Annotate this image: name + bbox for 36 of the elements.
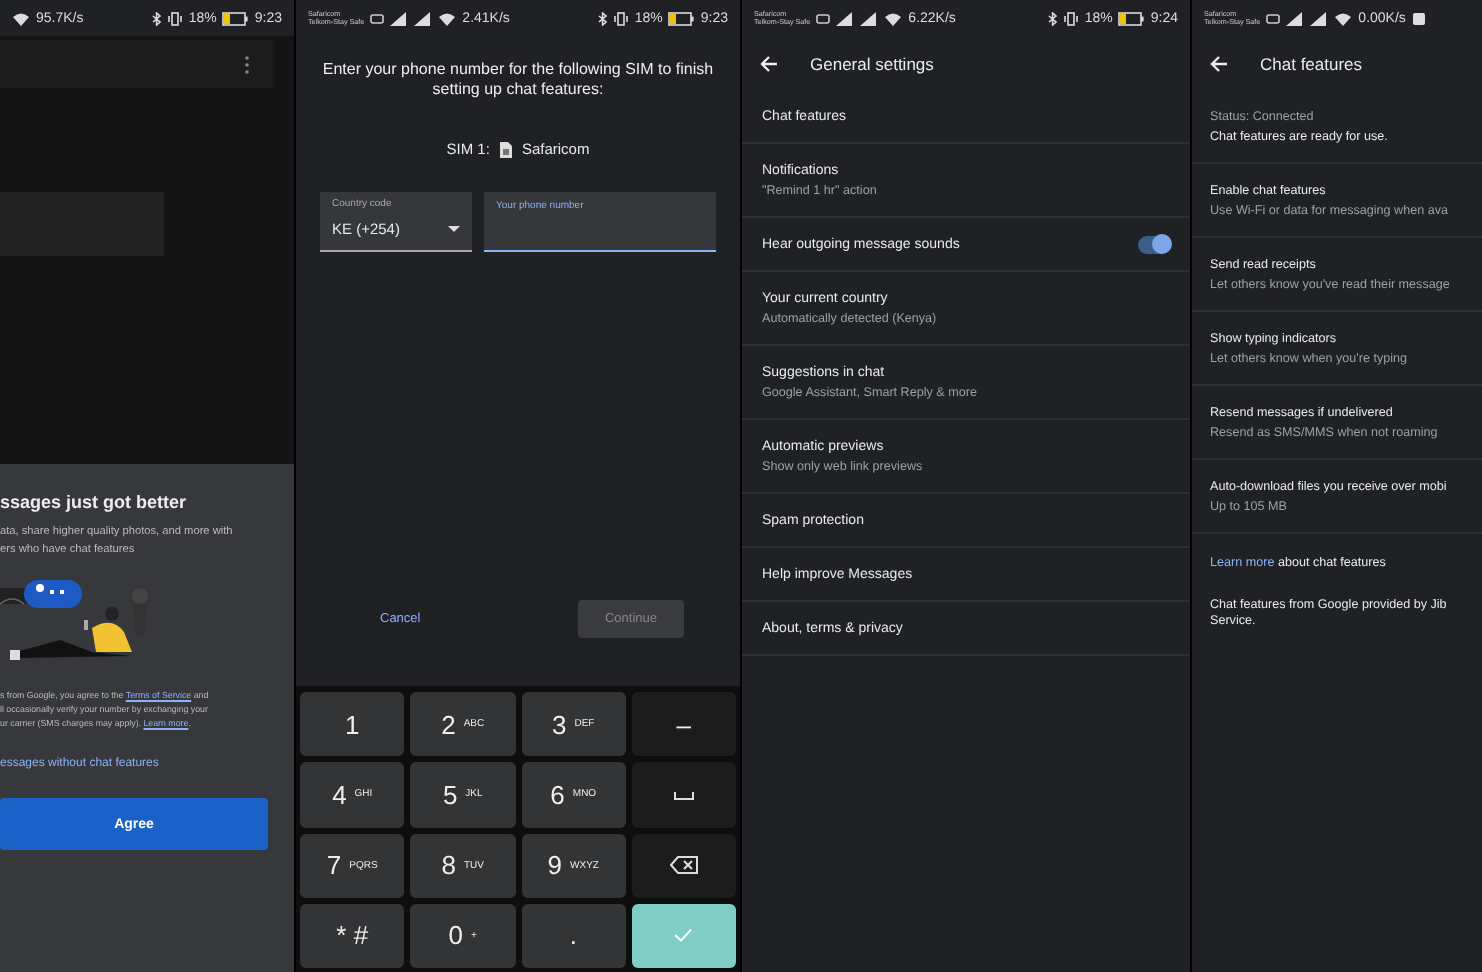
battery-icon [1118, 11, 1145, 25]
hd-icon [1266, 13, 1281, 23]
wifi-icon [12, 11, 30, 25]
instruction-text: Enter your phone number for the following SIM to finish setting up chat features: [320, 58, 716, 100]
sim-card-icon [499, 141, 512, 157]
message-icon [1411, 11, 1426, 25]
battery-icon [668, 11, 695, 25]
battery-icon [222, 11, 249, 25]
backspace-key[interactable] [631, 833, 736, 898]
hd-icon [816, 13, 831, 23]
wifi-icon [1334, 11, 1353, 25]
more-options-icon[interactable] [244, 56, 250, 74]
wifi-icon [884, 11, 903, 25]
toggle-switch[interactable] [1138, 235, 1170, 253]
hd-icon [370, 13, 385, 23]
bluetooth-icon [152, 11, 163, 25]
backspace-icon [669, 856, 698, 875]
dropdown-caret-icon [448, 226, 460, 232]
back-arrow-icon [1210, 55, 1228, 71]
checkmark-icon [674, 928, 693, 943]
wifi-icon [438, 11, 457, 25]
keypad-key[interactable]: . [521, 903, 626, 968]
bluetooth-icon [1048, 11, 1059, 25]
screen-title: Chat features [1260, 53, 1363, 73]
keypad-key[interactable]: 1 [300, 692, 405, 757]
vibrate-icon [614, 11, 629, 25]
vibrate-icon [168, 11, 183, 25]
space-bar-icon [673, 789, 694, 800]
bluetooth-icon [598, 11, 609, 25]
keypad-key[interactable]: – [631, 692, 736, 757]
screen-title: General settings [810, 53, 934, 73]
back-arrow-icon [760, 55, 778, 71]
done-key[interactable] [631, 903, 736, 968]
vibrate-icon [1064, 11, 1079, 25]
keypad-key[interactable]: * # [300, 903, 405, 968]
sheet-title: ssages just got better [0, 492, 189, 512]
